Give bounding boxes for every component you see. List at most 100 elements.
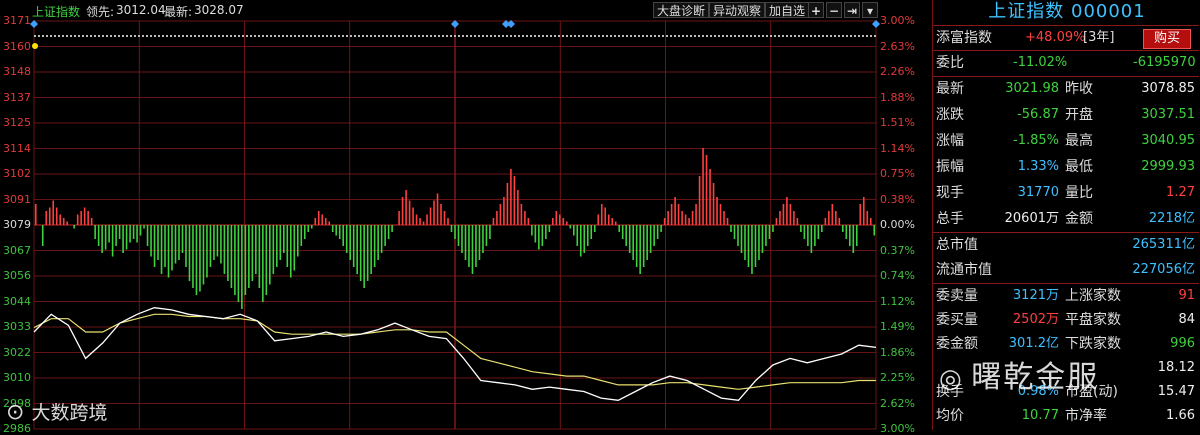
stats-row: 现手 31770 量比 1.27 (933, 181, 1199, 205)
right-axis-tick: 1.86% (880, 345, 915, 359)
orders-value: 91 (1178, 288, 1195, 303)
right-axis-tick: 1.12% (880, 294, 915, 308)
watermark-left-text: 大数跨境 (31, 402, 108, 424)
buy-button[interactable]: 购买 (1143, 29, 1191, 49)
orders-value: 10.77 (1021, 408, 1059, 423)
orders-value: 18.12 (1157, 360, 1195, 375)
index-name: 上证指数 (32, 5, 81, 19)
watermark-right-logo: ◎ 曙乾金服 (939, 352, 1099, 396)
market-diagnosis-button[interactable]: 大盘诊断 (653, 2, 710, 18)
left-axis-tick: 3114 (3, 141, 31, 155)
right-axis-tick: 2.25% (880, 371, 915, 384)
right-axis-tick: 2.26% (880, 65, 915, 78)
intraday-chart[interactable] (0, 0, 930, 430)
stats-row: 涨幅 -1.85% 最高 3040.95 (933, 129, 1199, 153)
right-axis-tick: 1.88% (880, 90, 915, 104)
chart-header: 上证指数 领先: 3012.04 最新: 3028.07 大盘诊断 异动观察 加… (0, 0, 930, 20)
right-axis-tick: 1.49% (880, 320, 915, 333)
stats-row: 振幅 1.33% 最低 2999.93 (933, 155, 1199, 179)
tianfu-period: [3年] (1083, 30, 1115, 45)
latest-value: 3028.07 (194, 3, 244, 17)
chart-area[interactable]: 上证指数 领先: 3012.04 最新: 3028.07 大盘诊断 异动观察 加… (0, 0, 930, 435)
right-axis-tick: 0.75% (880, 167, 915, 180)
stats-value: -56.87 (1017, 107, 1059, 122)
left-axis-tick: 3160 (3, 39, 31, 53)
orders-label: 委买量 (936, 312, 978, 328)
wechat-icon: ◎ (939, 364, 962, 394)
leader-label: 领先: (86, 5, 115, 19)
right-axis-tick: 1.51% (880, 116, 915, 129)
orders-value: 3121万 (1012, 288, 1059, 303)
left-axis-tick: 3137 (3, 90, 31, 104)
weibi-value: -11.02% (1013, 55, 1068, 70)
mcap-row: 流通市值 227056亿 (933, 258, 1199, 282)
stats-label: 振幅 (936, 159, 964, 175)
mcap-value: 265311亿 (1132, 237, 1195, 252)
right-axis-tick: 2.63% (880, 39, 915, 53)
leader-value: 3012.04 (116, 3, 166, 17)
stats-value: -1.85% (1013, 133, 1059, 148)
stats-row: 最新 3021.98 昨收 3078.85 (933, 77, 1199, 101)
anomaly-watch-button[interactable]: 异动观察 (709, 2, 766, 18)
stats-label: 现手 (936, 185, 964, 201)
stats-row: 涨跌 -56.87 开盘 3037.51 (933, 103, 1199, 127)
right-axis-tick: 0.38% (880, 192, 915, 206)
left-axis-tick: 3091 (3, 192, 31, 206)
left-axis-tick: 3102 (3, 167, 31, 180)
orders-value: 996 (1170, 336, 1195, 351)
right-axis-tick: 0.74% (880, 269, 915, 282)
stats-value: 20601万 (1004, 211, 1059, 226)
stats-value: 3037.51 (1141, 107, 1195, 122)
left-axis-tick: 3125 (3, 116, 31, 129)
stats-value: 3040.95 (1141, 133, 1195, 148)
plus-icon[interactable]: + (808, 2, 824, 18)
add-favorite-button[interactable]: 加自选 (765, 2, 810, 18)
stats-label: 量比 (1065, 185, 1093, 201)
orders-label: 均价 (936, 408, 964, 424)
stats-value: 1.27 (1166, 185, 1195, 200)
watermark-left-icon: ⊙ (6, 400, 25, 425)
stats-label: 昨收 (1065, 81, 1093, 97)
stats-value: 2999.93 (1141, 159, 1195, 174)
minus-icon[interactable]: − (826, 2, 842, 18)
orders-row: 委买量 2502万 平盘家数 84 (933, 308, 1199, 332)
next-icon[interactable]: ⇥ (844, 2, 860, 18)
right-axis-tick: 0.00% (880, 218, 915, 231)
weibi-row: 委比 -11.02% -6195970 (933, 51, 1199, 75)
right-axis-tick: 2.62% (880, 396, 915, 410)
stats-label: 涨幅 (936, 133, 964, 149)
latest-label: 最新: (164, 5, 193, 19)
orders-label: 平盘家数 (1065, 312, 1121, 328)
left-axis-tick: 3079 (3, 218, 31, 231)
left-axis-tick: 3148 (3, 65, 31, 78)
tianfu-label: 添富指数 (936, 30, 992, 46)
right-axis-tick: 1.14% (880, 141, 915, 155)
stats-value: 3078.85 (1141, 81, 1195, 96)
panel-title: 上证指数 000001 (988, 1, 1146, 22)
stats-value: 3021.98 (1005, 81, 1059, 96)
right-axis-tick: 0.37% (880, 243, 915, 257)
stats-label: 最高 (1065, 133, 1093, 149)
stats-row: 总手 20601万 金额 2218亿 (933, 207, 1199, 231)
watermark-left-logo: ⊙ 大数跨境 (6, 398, 107, 425)
orders-value: 1.66 (1166, 408, 1195, 423)
left-axis-tick: 3010 (3, 371, 31, 384)
right-axis-tick: 3.00% (880, 14, 915, 27)
orders-row: 委卖量 3121万 上涨家数 91 (933, 284, 1199, 308)
mcap-row: 总市值 265311亿 (933, 233, 1199, 257)
left-axis-tick: 3067 (3, 243, 31, 257)
stats-label: 涨跌 (936, 107, 964, 123)
mcap-value: 227056亿 (1132, 262, 1195, 277)
left-axis-tick: 3171 (3, 14, 31, 27)
weicha-value: -6195970 (1133, 55, 1196, 70)
stats-value: 1.33% (1017, 159, 1059, 174)
orders-row: 均价 10.77 市净率 1.66 (933, 404, 1199, 428)
mcap-label: 总市值 (936, 237, 978, 253)
tianfu-value: +48.09% (1025, 30, 1086, 45)
orders-label: 上涨家数 (1065, 288, 1121, 304)
orders-value: 84 (1178, 312, 1195, 327)
stats-label: 最低 (1065, 159, 1093, 175)
current-time-dot (32, 43, 38, 49)
dropdown-icon[interactable]: ▾ (862, 2, 878, 18)
orders-value: 15.47 (1157, 384, 1195, 399)
